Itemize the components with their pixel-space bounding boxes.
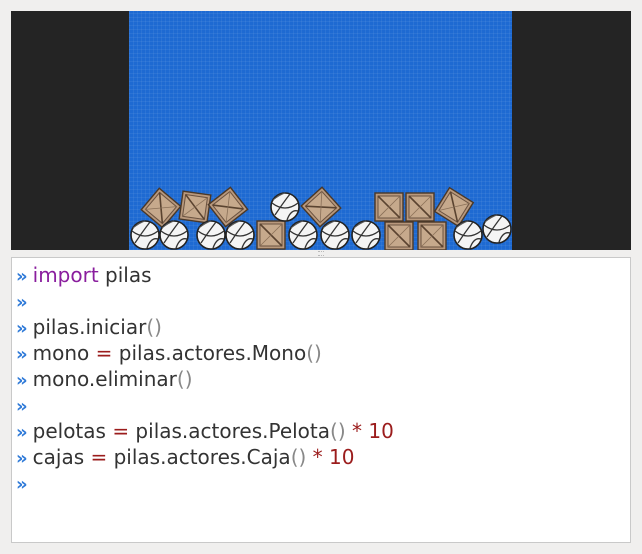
code-token: (): [306, 341, 322, 365]
code-token: (): [330, 419, 346, 443]
code-token: pilas.actores.Pelota: [129, 419, 331, 443]
ball-actor: [225, 220, 255, 250]
ball-actor: [351, 220, 381, 250]
code-token: (): [146, 315, 162, 339]
code-token: * 10: [345, 419, 394, 443]
code-token: (): [176, 367, 193, 391]
ball-actor: [159, 220, 189, 250]
console-line[interactable]: » pilas.iniciar(): [16, 314, 162, 340]
code-token: cajas: [32, 445, 91, 469]
game-canvas[interactable]: [11, 11, 631, 250]
prompt-icon: »: [16, 266, 28, 287]
prompt-icon: »: [16, 344, 28, 365]
ball-actor: [270, 192, 300, 222]
prompt-icon: »: [16, 448, 28, 469]
box-actor: [256, 220, 286, 250]
prompt-icon: »: [16, 318, 28, 339]
code-token: pilas.iniciar: [32, 315, 147, 339]
python-console[interactable]: » import pilas»» pilas.iniciar()» mono = pi…: [11, 257, 631, 543]
console-line[interactable]: »: [16, 288, 33, 314]
console-line[interactable]: » mono = pilas.actores.Mono(): [16, 340, 322, 366]
prompt-icon: »: [16, 396, 28, 417]
code-token: * 10: [306, 445, 355, 469]
code-token: mono.eliminar: [32, 367, 177, 391]
box-actor: [178, 190, 212, 224]
prompt-icon: »: [16, 422, 28, 443]
console-line[interactable]: »: [16, 392, 33, 418]
box-actor: [417, 221, 447, 250]
code-token: =: [90, 445, 108, 469]
ball-actor: [482, 214, 512, 244]
console-line[interactable]: » cajas = pilas.actores.Caja() * 10: [16, 444, 354, 470]
ball-actor: [196, 220, 226, 250]
ball-actor: [320, 220, 350, 250]
box-actor: [374, 192, 404, 222]
console-line[interactable]: » pelotas = pilas.actores.Pelota() * 10: [16, 418, 394, 444]
prompt-icon: »: [16, 292, 28, 313]
code-token: =: [112, 419, 130, 443]
ball-actor: [453, 220, 483, 250]
ball-actor: [288, 220, 318, 250]
playfield[interactable]: [129, 11, 512, 250]
code-token: (): [290, 445, 307, 469]
prompt-icon: »: [16, 370, 28, 391]
splitter-grip-icon: [318, 251, 324, 256]
code-token: =: [95, 341, 113, 365]
code-token: import: [32, 263, 99, 287]
code-token: pilas.actores.Mono: [112, 341, 307, 365]
code-token: pelotas: [32, 419, 113, 443]
box-actor: [405, 192, 435, 222]
ball-actor: [130, 220, 160, 250]
console-line[interactable]: » mono.eliminar(): [16, 366, 193, 392]
code-token: mono: [32, 341, 96, 365]
console-line[interactable]: »: [16, 470, 33, 496]
console-line[interactable]: » import pilas: [16, 262, 152, 288]
actors-layer: [130, 186, 512, 250]
box-actor: [384, 221, 414, 250]
code-token: pilas.actores.Caja: [107, 445, 291, 469]
prompt-icon: »: [16, 474, 28, 495]
code-token: pilas: [98, 263, 152, 287]
splitter-handle[interactable]: [11, 250, 631, 257]
